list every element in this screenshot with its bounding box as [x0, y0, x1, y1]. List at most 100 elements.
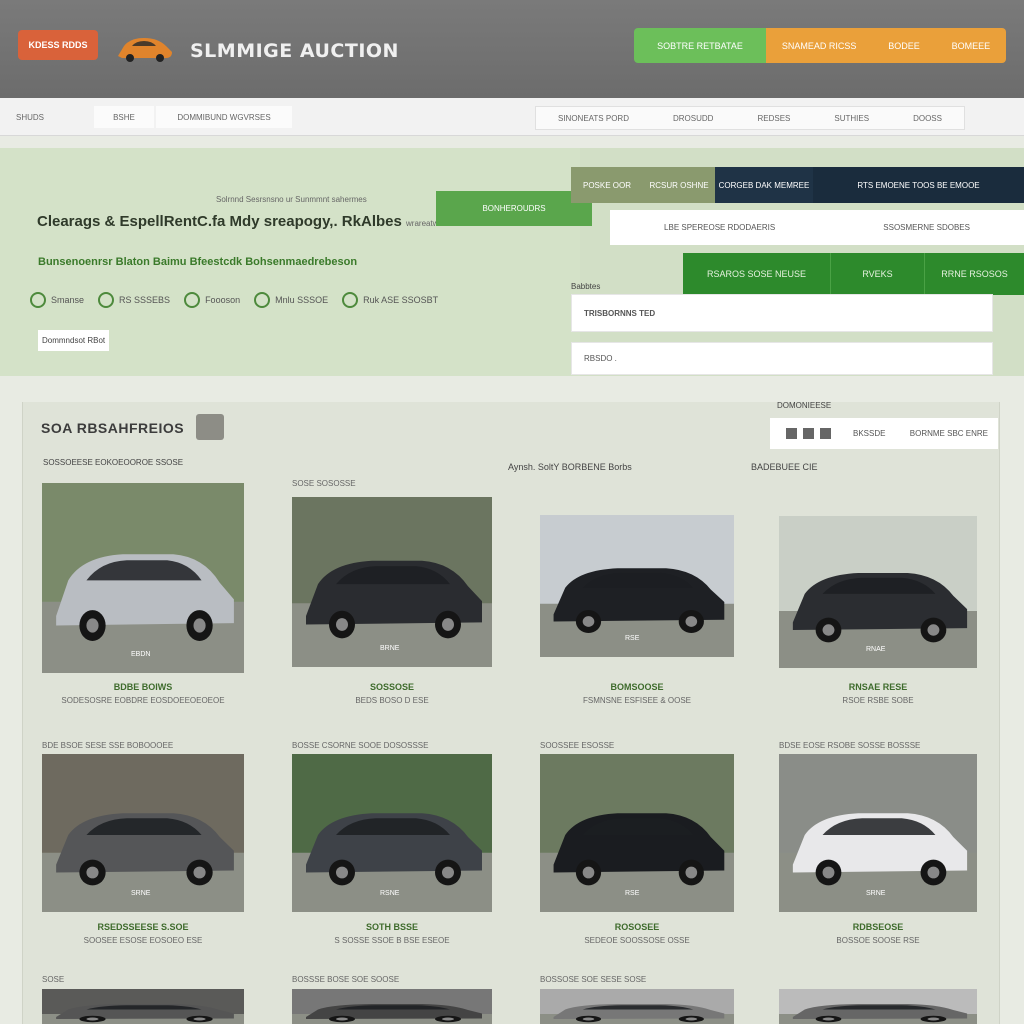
car-details: SOOSEE ESOSE EOSOEO ESE [83, 936, 203, 945]
hero-small-text: Solrnnd Sesrsnsno ur Sunmmnt sahermes [216, 195, 367, 204]
plate-label: EBDN [131, 651, 151, 658]
column-heading-3: BADEBUEE CIE [751, 462, 818, 472]
header-action-2[interactable]: BODEE [888, 41, 920, 51]
nav-right-item-3[interactable]: REDSES [757, 114, 790, 123]
car-photo[interactable] [540, 989, 734, 1024]
car-photo[interactable] [292, 497, 492, 667]
feature-list: Smanse RS SSSEBS Foooson Mnlu SSSOE Ruk … [30, 292, 438, 308]
feature-item: RS SSSEBS [98, 292, 170, 308]
card-heading: SOSE [42, 975, 65, 984]
header-action-1[interactable]: SNAMEAD RICSS [782, 41, 857, 51]
brand-badge[interactable]: KDESS RDDS [18, 30, 98, 60]
feature-item: Foooson [184, 292, 240, 308]
card-heading: SOSE SOSOSSE [292, 479, 356, 488]
car-logo-icon[interactable] [114, 32, 174, 64]
tab-3[interactable]: CORGEB DAK MEMREE [715, 167, 813, 203]
filter-button-1[interactable]: RSAROS SOSE NEUSE [683, 253, 831, 295]
car-title[interactable]: RNSAE RESE [779, 682, 977, 692]
gauge-icon [184, 292, 201, 308]
car-details: SODESOSRE EOBDRE EOSDOEEOEOEOE [61, 696, 225, 705]
grid-icon[interactable] [803, 428, 814, 439]
card-heading: SOOSSEE ESOSSE [540, 741, 615, 750]
car-photo[interactable] [779, 754, 977, 912]
car-title[interactable]: ROSOSEE [540, 922, 734, 932]
car-photo[interactable] [42, 754, 244, 912]
feature-item: Ruk ASE SSOSBT [342, 292, 438, 308]
car-details: RSOE RSBE SOBE [842, 696, 914, 705]
car-details: BEDS BOSO D ESE [355, 696, 429, 705]
nav-right-item-2[interactable]: DROSUDD [673, 114, 713, 123]
hero-subheadline: Bunsenoenrsr Blaton Baimu Bfeestcdk Bohs… [38, 256, 358, 268]
star-icon [342, 292, 359, 308]
badge-icon [98, 292, 115, 308]
nav-item-1[interactable]: SHUDS [6, 106, 54, 128]
car-details: FSMNSNE ESFISEE & OOSE [582, 696, 692, 705]
search-input[interactable]: TRISBORNNS TED [571, 294, 993, 332]
car-title[interactable]: SOTH BSSE [292, 922, 492, 932]
hero-badge[interactable]: BONHE ROUDRS [436, 191, 592, 226]
car-title[interactable]: SOSSOSE [292, 682, 492, 692]
hero-link-button[interactable]: Dommndsot RBot [38, 330, 110, 351]
plate-label: RSE [625, 635, 640, 642]
tab-2[interactable]: RCSUR OSHNE [643, 167, 715, 203]
check-icon [254, 292, 271, 308]
car-photo[interactable] [42, 989, 244, 1024]
header-actions: SNAMEAD RICSS BODEE BOMEEE [766, 28, 1006, 63]
plate-label: BRNE [380, 645, 400, 652]
hero-headline: Clearags & EspellRentC.fa Mdy sreapogy,.… [37, 213, 452, 230]
plate-label: RNAE [866, 646, 886, 653]
location-input[interactable]: RBSDO . [571, 342, 993, 375]
search-option-1[interactable]: LBE SPEREOSE RDODAERIS [664, 223, 775, 232]
search-option-2[interactable]: SSOSMERNE SDOBES [883, 223, 970, 232]
list-view-icon[interactable] [786, 428, 797, 439]
column-heading-1: SOSSOEESE EOKOEOOROE SSOSE [43, 458, 184, 467]
nav-right-item-5[interactable]: DOOSS [913, 114, 942, 123]
car-title[interactable]: RSEDSSEESE S.SOE [42, 922, 244, 932]
car-photo[interactable] [292, 754, 492, 912]
filter-button-2[interactable]: RVEKS [831, 253, 925, 295]
car-photo[interactable] [42, 483, 244, 673]
sort-caption: DOMONIEESE [777, 401, 832, 410]
header-action-3[interactable]: BOMEEE [952, 41, 991, 51]
sort-label: BKSSDE [853, 429, 886, 438]
site-title[interactable]: SLMMIGE AUCTION [190, 40, 399, 62]
sort-dropdown[interactable]: BKSSDE BORNME SBC ENRE [770, 418, 998, 449]
tab-1[interactable]: POSKE OOR [571, 167, 643, 203]
filter-buttons: RSAROS SOSE NEUSE RVEKS RRNE RSOSOS [683, 253, 1024, 295]
tab-4[interactable]: RTS EMOENE TOOS BE EMOOE [813, 167, 1024, 203]
plate-label: RSNE [380, 890, 400, 897]
map-icon[interactable] [820, 428, 831, 439]
column-heading-2: Aynsh. SoltY BORBENE Borbs [508, 462, 632, 472]
card-heading: BOSSE CSORNE SOOE DOSOSSSE [292, 741, 429, 750]
feature-item: Mnlu SSSOE [254, 292, 328, 308]
card-heading: BOSSOSE SOE SESE SOSE [540, 975, 647, 984]
nav-item-3[interactable]: DOMMIBUND WGVRSES [156, 106, 292, 128]
car-details: S SOSSE SSOE B BSE ESEOE [334, 936, 450, 945]
feature-item: Smanse [30, 292, 84, 308]
filter-button-3[interactable]: RRNE RSOSOS [925, 253, 1024, 295]
search-tabs: POSKE OOR RCSUR OSHNE CORGEB DAK MEMREE … [571, 167, 1024, 203]
car-details: BOSSOE SOOSE RSE [836, 936, 920, 945]
car-photo[interactable] [292, 989, 492, 1024]
nav-right-item-1[interactable]: SINONEATS PORD [558, 114, 629, 123]
car-details: SEDEOE SOOSSOSE OSSE [584, 936, 690, 945]
card-heading: BDSE EOSE RSOBE SOSSE BOSSSE [779, 741, 921, 750]
card-heading: BOSSSE BOSE SOE SOOSE [292, 975, 400, 984]
search-label: Babbtes [571, 282, 601, 291]
car-title[interactable]: RDBSEOSE [779, 922, 977, 932]
card-heading: BDE BSOE SESE SSE BOBOOOEE [42, 741, 174, 750]
register-button[interactable]: SOBTRE RETBATAE [634, 28, 766, 63]
nav-item-2[interactable]: BSHE [94, 106, 154, 128]
grid-view-icon[interactable] [196, 414, 224, 440]
car-title[interactable]: BDBE BOIWS [42, 682, 244, 692]
car-title[interactable]: BOMSOOSE [540, 682, 734, 692]
plate-label: SRNE [131, 890, 151, 897]
car-photo[interactable] [540, 754, 734, 912]
nav-right-item-4[interactable]: SUTHIES [834, 114, 869, 123]
car-photo[interactable] [779, 989, 977, 1024]
top-header: KDESS RDDS SLMMIGE AUCTION SOBTRE RETBAT… [0, 0, 1024, 98]
nav-right-menu: SINONEATS PORD DROSUDD REDSES SUTHIES DO… [535, 106, 965, 130]
listing-title: SOA RBSAHFREIOS [41, 420, 185, 436]
plate-label: SRNE [866, 890, 886, 897]
sort-value: BORNME SBC ENRE [909, 429, 988, 438]
